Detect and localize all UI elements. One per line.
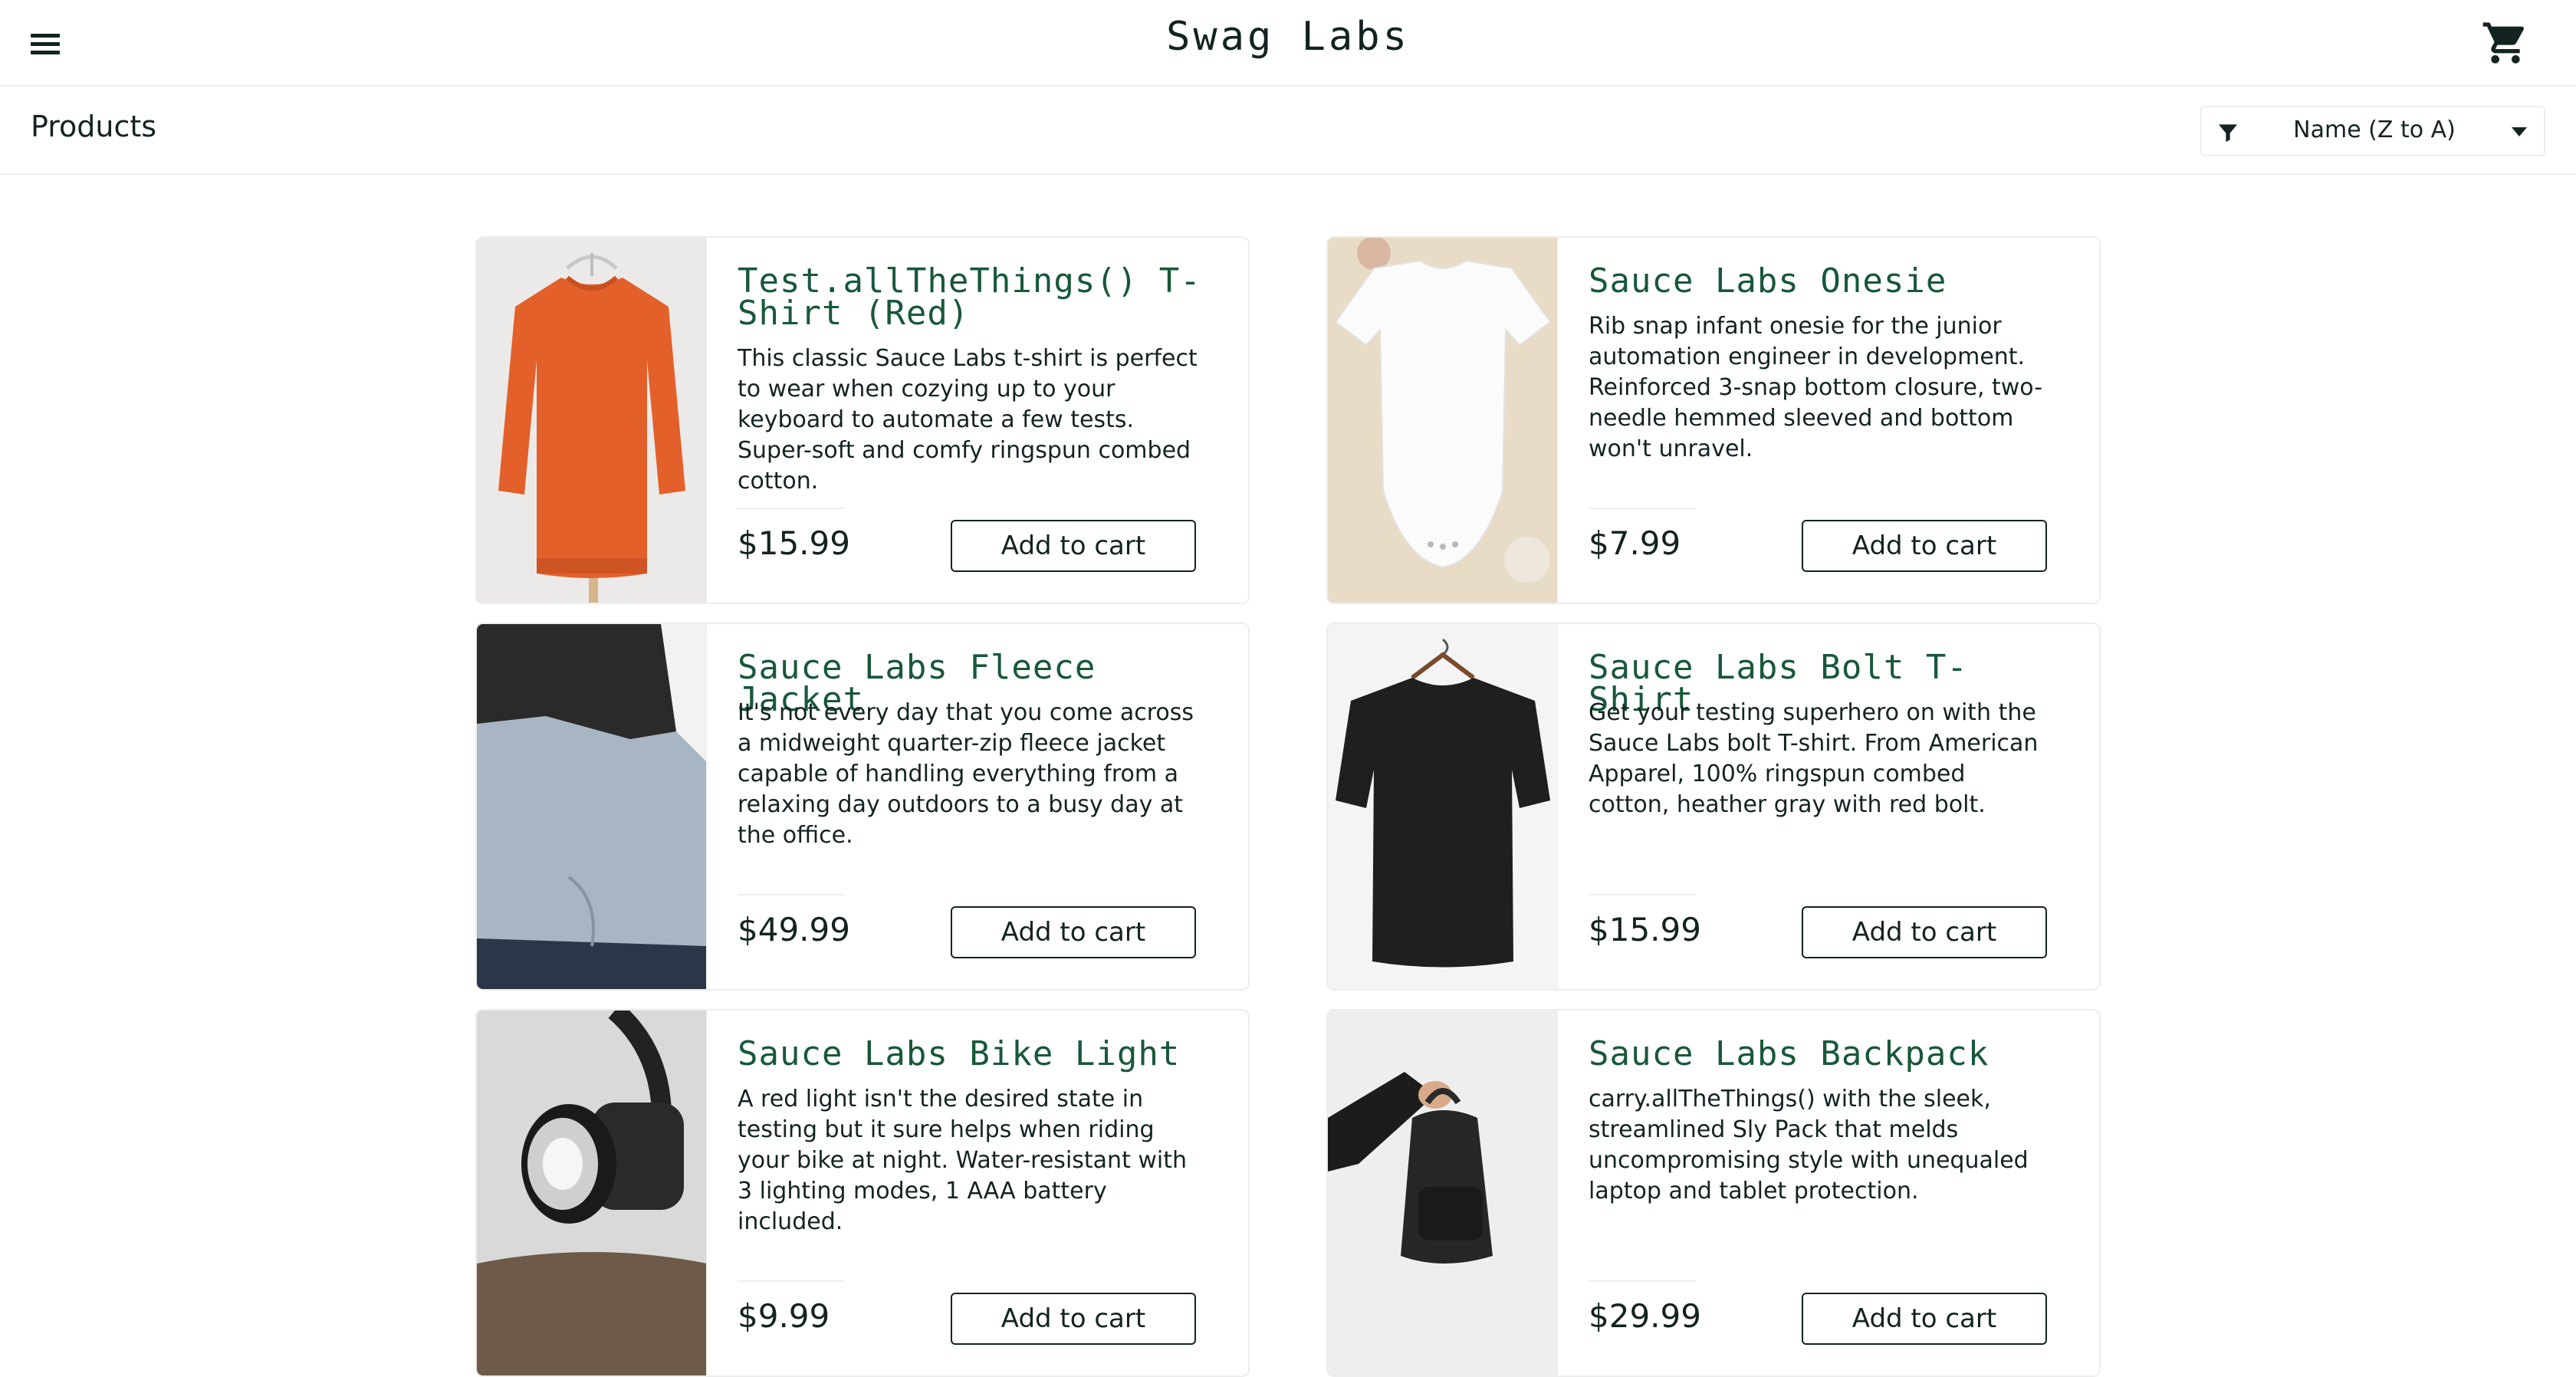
sort-selected-value: Name (Z to A): [2293, 117, 2456, 143]
app-logo: Swag Labs: [1166, 14, 1410, 60]
item-description: carry.allTheThings() with the sleek, str…: [1589, 1086, 2029, 1204]
item-name-link[interactable]: Sauce Labs Bike Light: [738, 1037, 1213, 1071]
product-image-fleece-jacket[interactable]: [477, 624, 707, 989]
add-to-cart-button[interactable]: Add to cart: [951, 906, 1196, 958]
item-price: $7.99: [1589, 524, 1681, 562]
add-to-cart-button[interactable]: Add to cart: [1802, 520, 2047, 572]
add-to-cart-button[interactable]: Add to cart: [1802, 906, 2047, 958]
price-divider: [1589, 508, 1696, 509]
product-image-black-backpack[interactable]: [1328, 1011, 1558, 1375]
page-title: Products: [31, 110, 157, 143]
inventory-item: Test.allTheThings() T- Shirt (Red) This …: [475, 236, 1250, 604]
price-divider: [1589, 1280, 1696, 1282]
inventory-item: Sauce Labs Fleece Jacket It's not every …: [475, 623, 1250, 991]
chevron-down-icon: [2512, 127, 2527, 136]
price-divider: [738, 1280, 845, 1282]
shopping-cart-icon[interactable]: [2481, 18, 2530, 67]
inventory-item: Sauce Labs Bike Light A red light isn't …: [475, 1009, 1250, 1377]
add-to-cart-button[interactable]: Add to cart: [951, 520, 1196, 572]
price-divider: [1589, 894, 1696, 896]
product-image-red-sweatshirt[interactable]: [477, 238, 707, 603]
item-name-link[interactable]: Sauce Labs Backpack: [1589, 1037, 2064, 1071]
product-image-bike-light[interactable]: [477, 1011, 707, 1375]
inventory-item: Sauce Labs Onesie Rib snap infant onesie…: [1326, 236, 2101, 604]
item-price: $29.99: [1589, 1297, 1701, 1335]
item-price: $49.99: [738, 911, 850, 948]
item-description: A red light isn't the desired state in t…: [738, 1086, 1188, 1235]
primary-header: Swag Labs: [0, 0, 2576, 87]
price-divider: [738, 508, 845, 509]
item-description: Rib snap infant onesie for the junior au…: [1589, 313, 2043, 462]
inventory-item: Sauce Labs Backpack carry.allTheThings()…: [1326, 1009, 2101, 1377]
item-name-link[interactable]: Test.allTheThings() T- Shirt (Red): [738, 265, 1213, 330]
secondary-header: Products Name (Z to A): [0, 87, 2576, 175]
item-description: This classic Sauce Labs t-shirt is perfe…: [738, 345, 1198, 495]
product-image-white-onesie[interactable]: [1328, 238, 1558, 603]
item-description: Get your testing superhero on with the S…: [1589, 699, 2039, 818]
item-name-line: Test.allTheThings() T-: [738, 261, 1201, 301]
product-image-black-tshirt[interactable]: [1328, 624, 1558, 989]
add-to-cart-button[interactable]: Add to cart: [951, 1293, 1196, 1345]
item-name-line: Shirt (Red): [738, 294, 970, 333]
sort-dropdown[interactable]: Name (Z to A): [2200, 106, 2545, 156]
inventory-item: Sauce Labs Bolt T-Shirt Get your testing…: [1326, 623, 2101, 991]
item-name-link[interactable]: Sauce Labs Onesie: [1589, 265, 2064, 298]
item-price: $15.99: [1589, 911, 1701, 948]
add-to-cart-button[interactable]: Add to cart: [1802, 1293, 2047, 1345]
item-description: It's not every day that you come across …: [738, 699, 1194, 849]
price-divider: [738, 894, 845, 896]
item-price: $9.99: [738, 1297, 830, 1335]
item-price: $15.99: [738, 524, 850, 562]
